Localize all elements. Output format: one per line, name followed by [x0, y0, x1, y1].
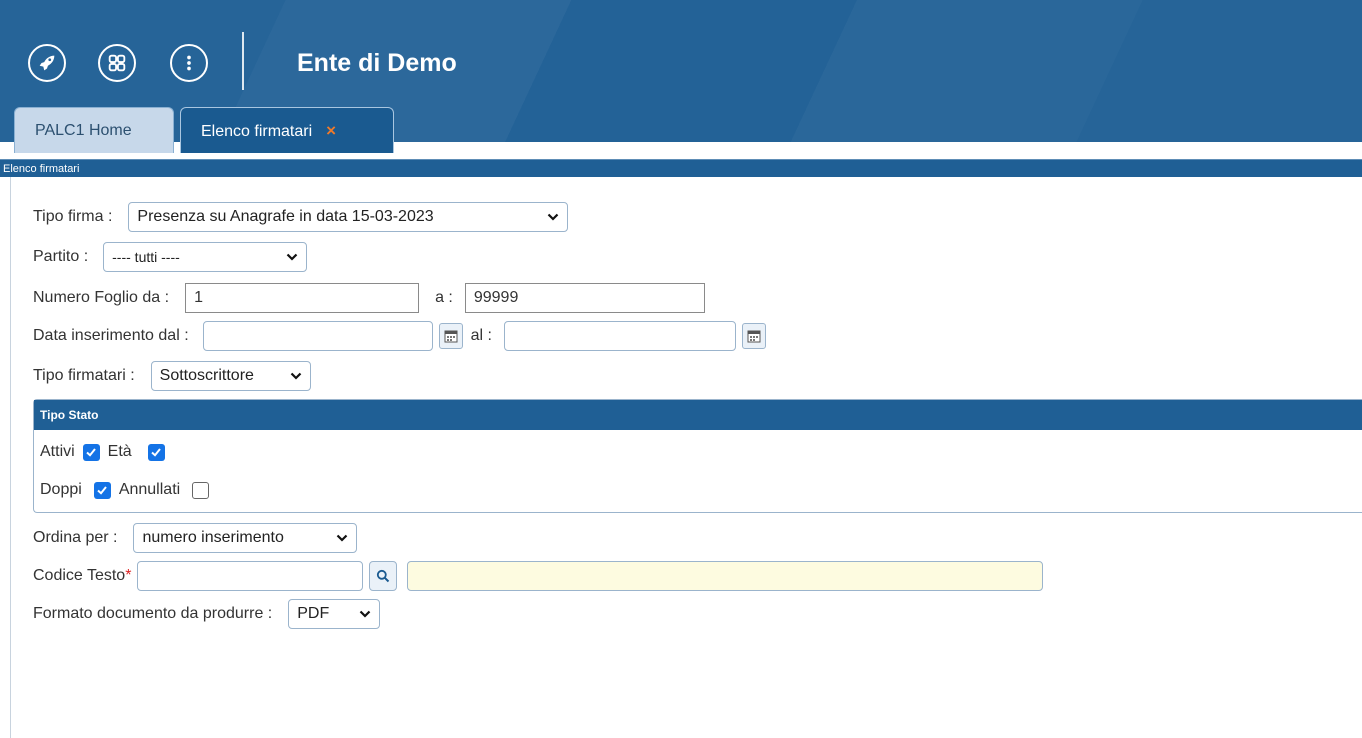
eta-checkbox[interactable] [147, 443, 165, 461]
check-icon [151, 448, 161, 457]
numero-foglio-to-input[interactable]: 99999 [464, 283, 705, 313]
chevron-down-icon [286, 253, 298, 261]
numero-foglio-from-value: 1 [194, 289, 203, 306]
tipo-firma-value: Presenza su Anagrafe in data 15-03-2023 [137, 208, 434, 225]
tab-palc1-home[interactable]: PALC1 Home [14, 107, 174, 153]
close-icon[interactable]: × [326, 121, 336, 140]
app-title: Ente di Demo [297, 49, 457, 77]
numero-foglio-row: Numero Foglio da : 1 a : 99999 [33, 283, 705, 313]
annullati-checkbox[interactable] [192, 481, 210, 499]
tab-label: PALC1 Home [35, 122, 132, 139]
ordina-per-label: Ordina per : [33, 529, 118, 546]
tipo-firmatari-row: Tipo firmatari : Sottoscrittore [33, 361, 311, 391]
codice-testo-row: Codice Testo * [33, 561, 1044, 591]
formato-documento-label: Formato documento da produrre : [33, 605, 273, 622]
codice-testo-label: Codice Testo [33, 567, 126, 584]
rocket-icon[interactable] [28, 44, 66, 82]
tipo-firma-select[interactable]: Presenza su Anagrafe in data 15-03-2023 [128, 202, 569, 232]
chevron-down-icon [290, 372, 301, 380]
partito-row: Partito : ---- tutti ---- [33, 242, 308, 272]
tab-label: Elenco firmatari [201, 123, 313, 140]
partito-label: Partito : [33, 248, 89, 265]
ordina-per-value: numero inserimento [142, 529, 284, 546]
chevron-down-icon [359, 610, 371, 618]
partito-select[interactable]: ---- tutti ---- [103, 242, 308, 272]
header-divider [242, 32, 244, 90]
top-bar: Ente di Demo [0, 0, 1362, 105]
doppi-label: Doppi [40, 481, 82, 498]
more-vertical-icon[interactable] [170, 44, 208, 82]
eta-label: Età [107, 443, 132, 460]
formato-documento-select[interactable]: PDF [288, 599, 381, 629]
check-icon [86, 448, 96, 457]
annullati-label: Annullati [118, 481, 181, 498]
partito-value: ---- tutti ---- [112, 249, 180, 265]
formato-documento-row: Formato documento da produrre : PDF [33, 599, 381, 629]
tipo-firma-row: Tipo firma : Presenza su Anagrafe in dat… [33, 202, 569, 232]
tipo-firma-label: Tipo firma : [33, 208, 113, 225]
apps-grid-icon[interactable] [98, 44, 136, 82]
ordina-per-row: Ordina per : numero inserimento [33, 523, 358, 553]
breadcrumb: Elenco firmatari [0, 159, 1362, 177]
app-header: Ente di Demo PALC1 Home Elenco firmatari… [0, 0, 1362, 153]
tipo-stato-title: Tipo Stato [34, 400, 1362, 430]
tipo-stato-group: Tipo Stato Attivi Età Doppi Annullati [33, 399, 1362, 513]
numero-foglio-label: Numero Foglio da : [33, 289, 170, 306]
check-icon [97, 486, 108, 495]
data-inserimento-to-label: al : [470, 327, 492, 344]
numero-foglio-from-input[interactable]: 1 [185, 283, 420, 313]
numero-foglio-to-value: 99999 [473, 289, 519, 306]
numero-foglio-to-label: a : [435, 289, 453, 306]
chevron-down-icon [337, 534, 348, 542]
chevron-down-icon [548, 213, 559, 221]
codice-testo-description [407, 561, 1044, 591]
data-inserimento-row: Data inserimento dal : al : [33, 321, 766, 351]
tipo-firmatari-label: Tipo firmatari : [33, 367, 135, 384]
calendar-icon[interactable] [741, 323, 766, 349]
data-inserimento-label: Data inserimento dal : [33, 327, 189, 344]
tab-elenco-firmatari[interactable]: Elenco firmatari × [180, 107, 394, 153]
ordina-per-select[interactable]: numero inserimento [133, 523, 358, 553]
tipo-firmatari-select[interactable]: Sottoscrittore [150, 361, 311, 391]
tipo-stato-row-1: Attivi Età [40, 440, 173, 464]
tab-bar: PALC1 Home Elenco firmatari × [0, 107, 1362, 153]
tipo-stato-row-2: Doppi Annullati [40, 478, 217, 502]
form-panel: Tipo firma : Presenza su Anagrafe in dat… [10, 177, 1362, 738]
codice-testo-input[interactable] [137, 561, 364, 591]
attivi-label: Attivi [40, 443, 75, 460]
doppi-checkbox[interactable] [93, 481, 111, 499]
required-mark: * [125, 567, 132, 584]
data-inserimento-to-input[interactable] [503, 321, 736, 351]
data-inserimento-from-input[interactable] [202, 321, 433, 351]
formato-documento-value: PDF [297, 605, 330, 622]
attivi-checkbox[interactable] [82, 443, 100, 461]
calendar-icon[interactable] [438, 323, 463, 349]
search-icon[interactable] [369, 561, 398, 591]
tipo-firmatari-value: Sottoscrittore [159, 367, 254, 384]
